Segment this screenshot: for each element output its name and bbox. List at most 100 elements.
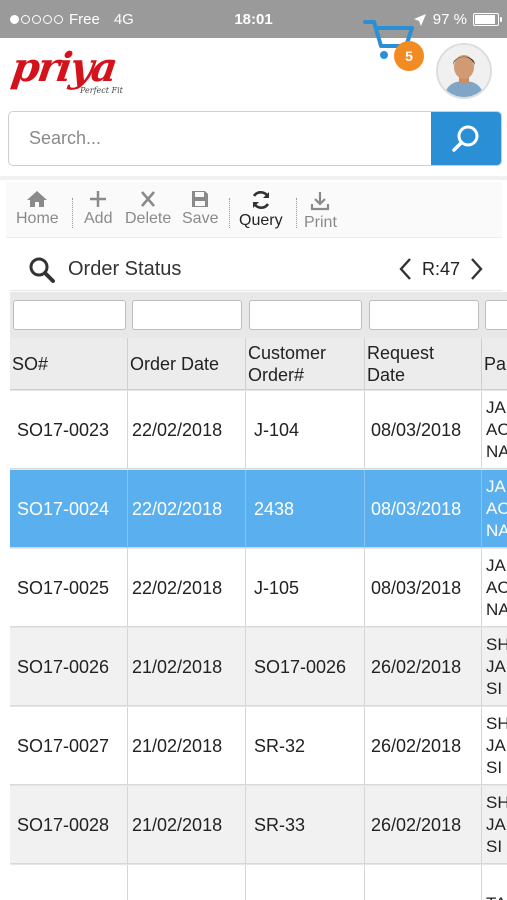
header-label: SO# [12,354,49,374]
cell-order-date: 21/02/2018 [128,786,246,864]
cell-order-date: 22/02/2018 [128,549,246,627]
party-line: JA [486,736,506,755]
header-party[interactable]: Pa [482,338,507,390]
header-order-date[interactable]: Order Date [128,338,246,390]
party-line: JA [486,398,506,417]
filter-input-customer-order[interactable] [249,300,362,330]
party-line: AC [486,420,507,439]
party-line: AC [486,578,507,597]
table-row[interactable]: SO17-002322/02/2018J-10408/03/2018JA AC NA [10,391,507,469]
cell-party: JA AC NA [482,391,507,469]
cell-party: SH JA SI [482,707,507,785]
table-row[interactable]: SO17-002721/02/2018SR-3226/02/2018SH JA SI [10,707,507,785]
party-line: JA [486,556,506,575]
save-button[interactable]: Save [182,190,218,236]
cell-party: SH JA SI [482,786,507,864]
table-row[interactable]: TA [10,865,507,900]
page-title: Order Status [68,258,182,280]
search-icon [452,125,479,152]
previous-record-button[interactable] [396,255,414,283]
cell-customer-order: SO17-0026 [246,628,365,706]
cell-party: JA AC NA [482,549,507,627]
next-record-button[interactable] [468,255,486,283]
party-line: SH [486,714,507,733]
save-label: Save [182,210,219,227]
cell-request-date: 08/03/2018 [365,549,482,627]
party-line: JA [486,657,506,676]
cell-party: TA [482,865,507,900]
cell-customer-order: SR-32 [246,707,365,785]
table-row[interactable]: SO17-002621/02/2018SO17-002626/02/2018SH… [10,628,507,706]
table-row[interactable]: SO17-002522/02/2018J-10508/03/2018JA AC NA [10,549,507,627]
print-button[interactable]: Print [304,190,337,236]
header-label: Request [367,343,435,363]
cell-customer-order: 2438 [246,470,365,548]
record-indicator: R:47 [422,258,461,279]
chevron-right-icon [471,258,483,280]
logo-tagline: Perfect Fit [80,86,123,95]
party-line: SH [486,635,507,654]
cell-order-date [128,865,246,900]
cell-order-date: 21/02/2018 [128,628,246,706]
party-line: JA [486,815,506,834]
save-icon [192,191,209,207]
chevron-left-icon [399,258,411,280]
filter-input-request-date[interactable] [369,300,479,330]
avatar[interactable] [436,43,492,99]
party-line: NA [486,600,507,619]
home-label: Home [16,210,59,227]
cell-party: SH JA SI [482,628,507,706]
filter-input-order-date[interactable] [132,300,242,330]
order-table: SO# Order Date Customer Order# Request Date Pa… [10,292,507,900]
toolbar-separator [72,198,73,228]
party-line: TA [486,893,506,900]
table-row[interactable]: SO17-002821/02/2018SR-3326/02/2018SH JA SI [10,786,507,864]
download-icon [311,192,330,211]
delete-button[interactable]: Delete [125,190,171,236]
cell-so: SO17-0027 [10,707,128,785]
status-bar: Free 4G 18:01 97 % [0,0,507,38]
cell-request-date [365,865,482,900]
cell-so: SO17-0028 [10,786,128,864]
plus-icon [90,191,107,207]
cell-customer-order: J-104 [246,391,365,469]
refresh-icon [252,191,269,209]
table-row[interactable]: SO17-002422/02/2018243808/03/2018JA AC NA [10,470,507,548]
cell-party: JA AC NA [482,470,507,548]
cell-request-date: 26/02/2018 [365,707,482,785]
search-button[interactable] [431,112,501,165]
header-request-date[interactable]: Request Date [365,338,482,390]
filter-row [10,292,507,338]
print-label: Print [304,214,337,231]
cell-customer-order: J-105 [246,549,365,627]
party-line: JA [486,477,506,496]
filter-input-so[interactable] [13,300,126,330]
party-line: SI [486,758,503,777]
filter-input-party[interactable] [485,300,507,330]
header-so[interactable]: SO# [10,338,128,390]
status-right: 97 % [413,11,502,28]
toolbar-separator [229,198,230,228]
divider [0,176,507,180]
party-line: SH [486,793,507,812]
party-line: NA [486,442,507,461]
header-label: Pa [484,354,507,374]
cell-so: SO17-0024 [10,470,128,548]
search-bar [8,111,502,166]
close-icon [141,191,156,207]
query-button[interactable]: Query [239,190,283,236]
search-icon [29,257,55,283]
search-input[interactable] [9,112,433,165]
header-label: Date [367,365,406,385]
cell-order-date: 22/02/2018 [128,470,246,548]
cell-request-date: 26/02/2018 [365,628,482,706]
header-customer-order[interactable]: Customer Order# [246,338,365,390]
delete-label: Delete [125,210,172,227]
cell-request-date: 26/02/2018 [365,786,482,864]
add-button[interactable]: Add [84,190,112,236]
cell-customer-order [246,865,365,900]
brand-logo[interactable]: priya Perfect Fit [9,44,128,98]
battery-percent: 97 % [432,11,467,28]
party-line: SI [486,837,503,856]
home-button[interactable]: Home [16,190,59,236]
